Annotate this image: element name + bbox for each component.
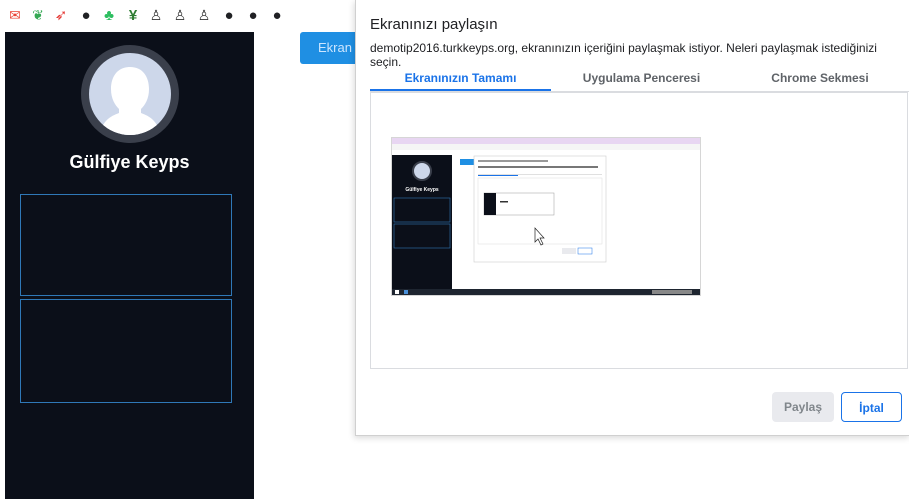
screen-thumbnail[interactable]: Gülfiye Keyps xyxy=(391,137,701,296)
screen-thumbnail-image: Gülfiye Keyps xyxy=(392,138,700,295)
runner-icon[interactable]: ♙ xyxy=(148,7,164,23)
user-silhouette-icon xyxy=(99,67,161,135)
globe-icon[interactable]: ● xyxy=(78,7,94,24)
user-name: Gülfiye Keyps xyxy=(69,152,190,172)
avatar xyxy=(89,53,171,135)
screen-preview-area: Gülfiye Keyps xyxy=(370,92,908,369)
tab-application-window[interactable]: Uygulama Penceresi xyxy=(551,71,732,91)
globe-icon[interactable]: ● xyxy=(221,7,237,24)
runner-icon[interactable]: ♙ xyxy=(196,7,212,23)
tab-chrome-tab[interactable]: Chrome Sekmesi xyxy=(732,71,908,91)
yen-icon[interactable]: ¥ xyxy=(125,7,141,24)
dialog-title: Ekranınızı paylaşın xyxy=(370,16,498,33)
globe-icon[interactable]: ● xyxy=(245,7,261,24)
tab-entire-screen[interactable]: Ekranınızın Tamamı xyxy=(370,71,551,91)
dialog-description: demotip2016.turkkeyps.org, ekranınızın i… xyxy=(370,41,877,69)
evernote-icon[interactable]: ♣ xyxy=(101,7,117,24)
thumbnail-user-name: Gülfiye Keyps xyxy=(405,187,439,193)
rocket-icon[interactable]: ➶ xyxy=(53,7,69,24)
runner-icon[interactable]: ♙ xyxy=(172,7,188,23)
sidebar: Gülfiye Keyps xyxy=(5,32,254,499)
leaf-icon[interactable]: ❦ xyxy=(30,7,46,23)
globe-icon[interactable]: ● xyxy=(269,7,285,24)
sidebar-panel xyxy=(20,194,232,296)
cancel-button[interactable]: İptal xyxy=(841,392,902,422)
active-tab-indicator xyxy=(370,89,551,91)
share-screen-dialog: Ekranınızı paylaşın demotip2016.turkkeyp… xyxy=(355,0,909,436)
sidebar-panel xyxy=(20,299,232,403)
gmail-icon[interactable]: ✉ xyxy=(7,7,23,23)
share-button[interactable]: Paylaş xyxy=(772,392,834,422)
